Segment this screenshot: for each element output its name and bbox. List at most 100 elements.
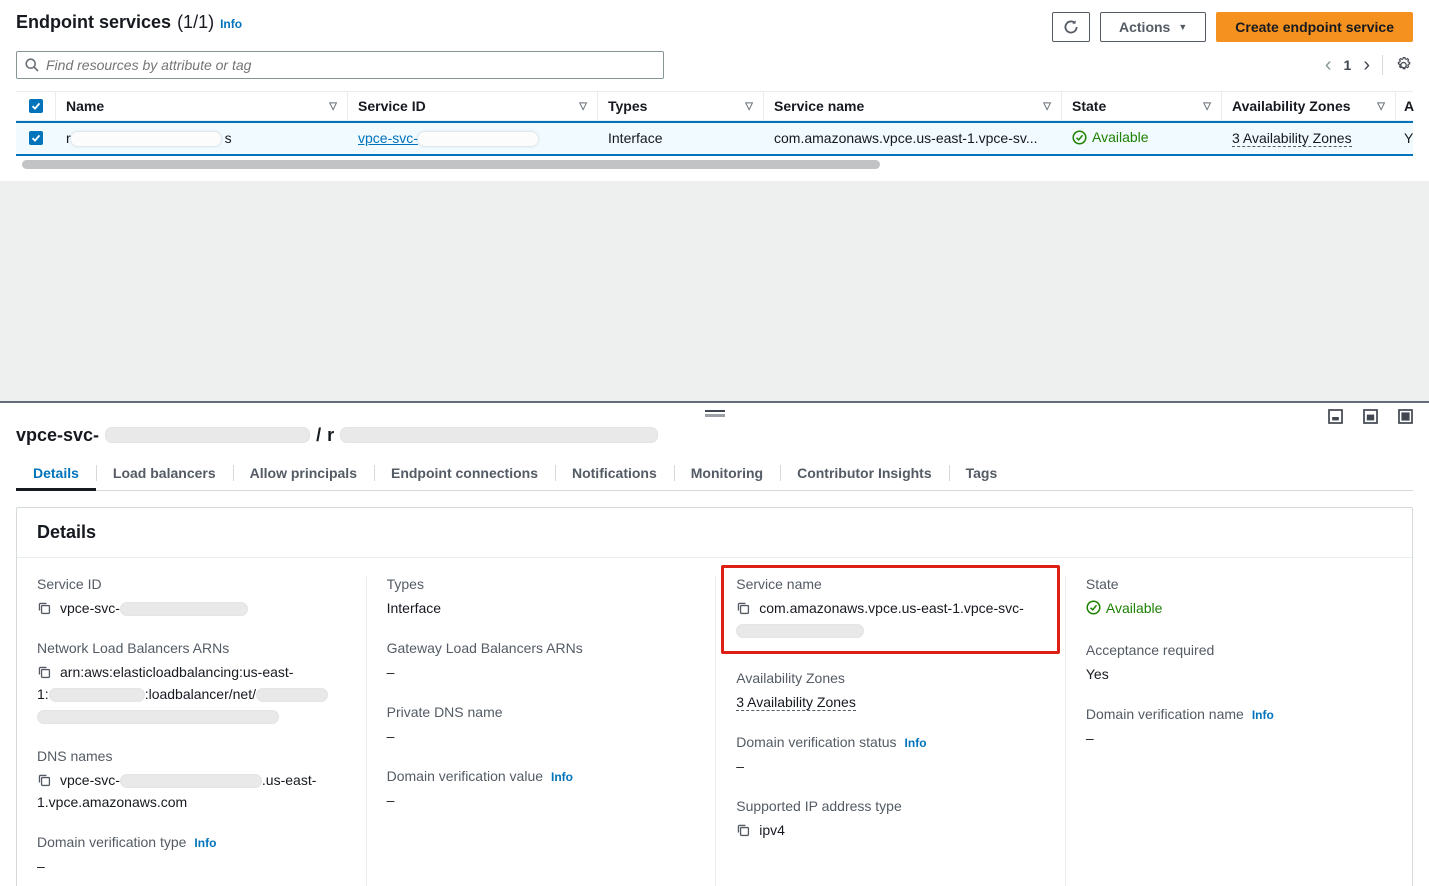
types-value: Interface (387, 597, 696, 619)
dns-names-label: DNS names (37, 748, 346, 764)
sort-icon[interactable]: ▽ (1377, 101, 1385, 112)
types-label: Types (387, 576, 696, 592)
resource-search-box[interactable] (16, 51, 664, 79)
supported-ip-value: ipv4 (759, 822, 785, 838)
pane-size-full-icon[interactable] (1398, 409, 1413, 424)
redacted-text (256, 688, 328, 702)
column-header-availability-zones[interactable]: Availability Zones (1232, 98, 1351, 114)
tab-monitoring[interactable]: Monitoring (674, 458, 780, 490)
domain-verification-status-label: Domain verification status (736, 734, 896, 750)
redacted-text (71, 132, 221, 146)
preferences-gear-icon[interactable] (1395, 56, 1413, 74)
column-header-name[interactable]: Name (66, 98, 104, 114)
pane-title: vpce-svc- / r (16, 425, 1413, 446)
details-card: Details Service ID vpce-svc- Network Loa… (16, 507, 1413, 886)
nlb-arn-line1: arn:aws:elasticloadbalancing:us-east- (60, 664, 293, 680)
table-row[interactable]: r s vpce-svc- Interface com.amazonaws.vp… (16, 121, 1413, 156)
private-dns-name-value: – (387, 725, 696, 747)
row-checkbox[interactable] (29, 131, 43, 145)
column-header-service-id[interactable]: Service ID (358, 98, 426, 114)
acceptance-required-value: Yes (1086, 663, 1392, 685)
state-label: State (1086, 576, 1392, 592)
glb-arns-value: – (387, 661, 696, 683)
nlb-arn-line2-prefix: 1: (37, 686, 49, 702)
pane-title-prefix: vpce-svc- (16, 425, 99, 446)
redacted-text (37, 710, 279, 724)
private-dns-name-label: Private DNS name (387, 704, 696, 720)
cell-acceptance-partial: Y (1396, 124, 1413, 152)
tab-load-balancers[interactable]: Load balancers (96, 458, 233, 490)
refresh-button[interactable] (1052, 12, 1090, 42)
sort-icon[interactable]: ▽ (745, 101, 753, 112)
details-card-heading: Details (17, 508, 1412, 558)
tab-tags[interactable]: Tags (949, 458, 1015, 490)
check-circle-icon (1086, 600, 1101, 615)
domain-verification-status-info-link[interactable]: Info (905, 736, 927, 750)
domain-verification-type-info-link[interactable]: Info (194, 836, 216, 850)
pager-divider (1382, 55, 1383, 75)
service-id-link[interactable]: vpce-svc- (358, 130, 538, 146)
state-badge: Available (1092, 129, 1149, 145)
page-title: Endpoint services (1/1) Info (16, 12, 242, 33)
redacted-text (105, 427, 310, 443)
actions-button[interactable]: Actions ▼ (1100, 12, 1206, 42)
cell-service-id: vpce-svc- (348, 124, 598, 152)
search-input[interactable] (46, 57, 655, 73)
name-prefix: r (66, 130, 71, 146)
table-header-row: Name ▽ Service ID ▽ Types ▽ Service name ▽ S… (16, 91, 1413, 121)
pane-size-small-icon[interactable] (1328, 409, 1343, 424)
pane-drag-handle[interactable] (705, 410, 725, 417)
domain-verification-type-value: – (37, 855, 346, 877)
horizontal-scrollbar (16, 160, 1413, 169)
pane-size-medium-icon[interactable] (1363, 409, 1378, 424)
copy-icon[interactable] (37, 773, 51, 787)
domain-verification-type-label: Domain verification type (37, 834, 186, 850)
title-info-link[interactable]: Info (220, 17, 242, 31)
tab-details[interactable]: Details (16, 458, 96, 490)
sort-icon[interactable]: ▽ (1203, 101, 1211, 112)
result-count: (1/1) (177, 12, 214, 33)
page-prev-button[interactable]: ‹ (1325, 55, 1332, 75)
domain-verification-status-value: – (736, 755, 1045, 777)
page-title-text: Endpoint services (16, 12, 171, 33)
nlb-arn-line2-mid: :loadbalancer/net/ (145, 686, 256, 702)
search-icon (25, 58, 39, 72)
column-header-state[interactable]: State (1072, 98, 1106, 114)
domain-verification-value-value: – (387, 789, 696, 811)
service-id-value-prefix: vpce-svc- (60, 600, 120, 616)
copy-icon[interactable] (736, 601, 750, 615)
copy-icon[interactable] (37, 601, 51, 615)
availability-zones-label: Availability Zones (736, 670, 1045, 686)
details-column-1: Service ID vpce-svc- Network Load Balanc… (17, 576, 367, 886)
availability-zones-link[interactable]: 3 Availability Zones (1232, 130, 1352, 147)
column-header-types[interactable]: Types (608, 98, 647, 114)
horizontal-scrollbar-thumb[interactable] (22, 160, 880, 169)
dns-name-mid: .us-east- (262, 772, 316, 788)
copy-icon[interactable] (736, 823, 750, 837)
dns-name-line2: 1.vpce.amazonaws.com (37, 794, 187, 810)
domain-verification-value-info-link[interactable]: Info (551, 770, 573, 784)
page-next-button[interactable]: › (1363, 55, 1370, 75)
sort-icon[interactable]: ▽ (329, 101, 337, 112)
state-value: Available (1106, 597, 1163, 619)
current-page-number[interactable]: 1 (1344, 57, 1352, 73)
copy-icon[interactable] (37, 665, 51, 679)
redacted-text (120, 602, 248, 616)
availability-zones-detail-link[interactable]: 3 Availability Zones (736, 694, 856, 711)
select-all-checkbox[interactable] (29, 99, 43, 113)
tab-endpoint-connections[interactable]: Endpoint connections (374, 458, 555, 490)
check-circle-icon (1072, 130, 1087, 145)
create-endpoint-service-button[interactable]: Create endpoint service (1216, 12, 1413, 42)
sort-icon[interactable]: ▽ (1043, 101, 1051, 112)
acceptance-required-label: Acceptance required (1086, 642, 1392, 658)
tab-contributor-insights[interactable]: Contributor Insights (780, 458, 949, 490)
pane-title-separator: / (316, 425, 321, 446)
pane-title-name-prefix: r (327, 425, 334, 446)
pane-tabs: Details Load balancers Allow principals … (16, 458, 1413, 491)
column-header-service-name[interactable]: Service name (774, 98, 864, 114)
tab-notifications[interactable]: Notifications (555, 458, 674, 490)
sort-icon[interactable]: ▽ (579, 101, 587, 112)
tab-allow-principals[interactable]: Allow principals (233, 458, 374, 490)
chevron-down-icon: ▼ (1178, 22, 1187, 32)
domain-verification-name-info-link[interactable]: Info (1252, 708, 1274, 722)
